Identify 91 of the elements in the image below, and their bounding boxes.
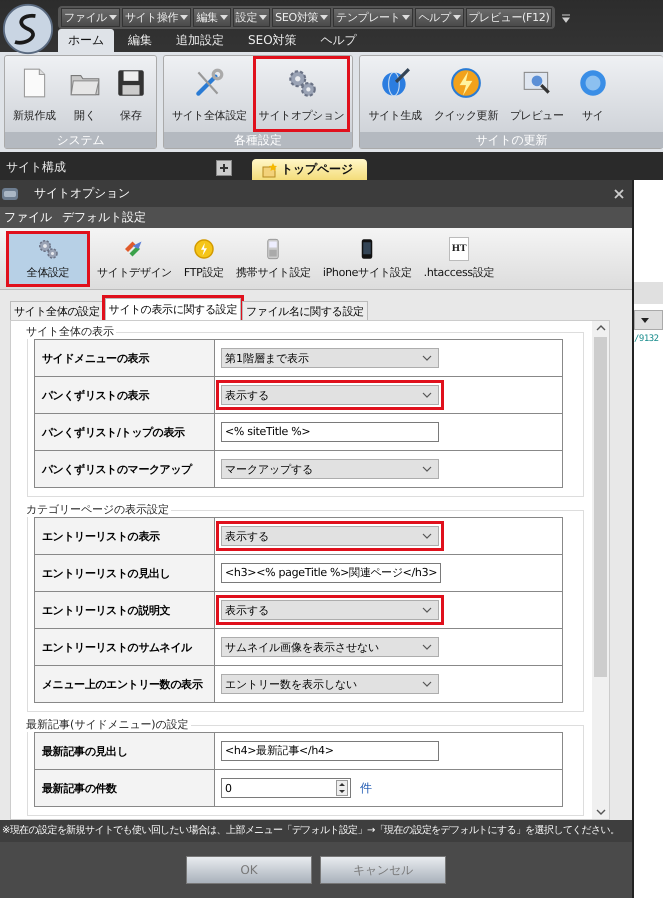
ribbon-button[interactable]: サイトオプション xyxy=(252,56,350,132)
menu-item[interactable]: ヘルプ xyxy=(415,8,464,26)
chevron-icon xyxy=(422,681,432,687)
menu-item[interactable]: ファイル xyxy=(0,209,56,226)
caret-icon xyxy=(452,14,461,20)
dropdown[interactable]: 表示する xyxy=(216,521,444,551)
close-icon[interactable] xyxy=(614,188,624,198)
field-label: エントリーリストのサムネイル xyxy=(35,629,215,665)
toolbar-button[interactable]: FTP設定 xyxy=(178,230,229,286)
field-label: パンくずリストのマークアップ xyxy=(35,451,215,487)
tab[interactable]: サイト全体の設定 xyxy=(10,301,104,320)
caret-icon xyxy=(641,318,649,322)
toolbar-button[interactable]: iPhoneサイト設定 xyxy=(318,230,417,286)
toolbar-background xyxy=(634,282,663,304)
ribbon-button[interactable]: クイック更新 xyxy=(428,56,504,132)
ribbon-tab[interactable]: 編集 xyxy=(118,29,162,52)
field-label: エントリーリストの見出し xyxy=(35,555,215,591)
overflow-icon[interactable] xyxy=(561,13,572,23)
field-label: サイドメニューの表示 xyxy=(35,340,215,376)
ribbon-tab[interactable]: SEO対策 xyxy=(238,29,307,52)
scroll-thumb[interactable] xyxy=(594,337,607,677)
section-title: カテゴリーページの表示設定 xyxy=(25,503,170,517)
dropdown[interactable] xyxy=(634,310,663,330)
ribbon-tab[interactable]: ホーム xyxy=(58,29,114,52)
menu-item[interactable]: プレビュー(F12) xyxy=(466,8,552,26)
caret-icon xyxy=(180,14,188,20)
field-label: エントリーリストの説明文 xyxy=(35,592,215,628)
ribbon-button[interactable]: サイト生成 xyxy=(362,56,428,132)
ribbon-tab[interactable]: ヘルプ xyxy=(310,29,367,52)
ribbon-button[interactable]: プレビュー xyxy=(504,56,570,132)
field-label: メニュー上のエントリー数の表示 xyxy=(35,666,215,702)
field-label: エントリーリストの表示 xyxy=(35,518,215,554)
logo-icon[interactable] xyxy=(2,3,54,55)
chevron-icon xyxy=(422,607,432,613)
chevron-icon xyxy=(422,355,432,361)
dropdown[interactable]: 表示する xyxy=(216,595,444,625)
group-title: システム xyxy=(5,132,156,148)
menu-item[interactable]: SEO対策 xyxy=(272,8,332,26)
app-icon xyxy=(2,186,18,202)
ribbon-button[interactable]: サイ xyxy=(570,56,616,132)
caret-icon xyxy=(320,14,328,20)
page-star-icon xyxy=(262,162,278,178)
pin-icon[interactable] xyxy=(216,160,232,176)
chevron-icon xyxy=(422,644,432,650)
field-label: パンくずリスト/トップの表示 xyxy=(35,414,215,450)
ribbon-button[interactable]: 保存 xyxy=(108,56,154,132)
menu-item[interactable]: 編集 xyxy=(193,8,231,26)
tab[interactable]: サイトの表示に関する設定 xyxy=(104,298,242,320)
unit-label: 件 xyxy=(360,780,372,796)
scroll-down-icon[interactable] xyxy=(596,809,606,815)
ribbon-button[interactable]: 開く xyxy=(62,56,108,132)
dialog-title: サイトオプション xyxy=(34,185,131,202)
note-text: ※現在の設定を新規サイトでも使い回したい場合は、上部メニュー「デフォルト設定」→「現在の設定をデフォルトにする」を選択してください。 xyxy=(0,820,632,842)
caret-icon xyxy=(220,14,228,20)
dropdown[interactable]: 表示する xyxy=(216,380,444,410)
menu-item[interactable]: サイト操作 xyxy=(122,8,192,26)
scrollbar[interactable] xyxy=(592,321,609,819)
panel-title: サイト構成 xyxy=(6,159,66,176)
toolbar-button[interactable]: HT .htaccess設定 xyxy=(418,230,500,286)
tab[interactable]: ファイル名に関する設定 xyxy=(242,301,368,320)
section-title: 最新記事(サイドメニュー)の設定 xyxy=(25,718,190,732)
document-tab[interactable]: トップページ xyxy=(252,159,367,180)
lightning-icon xyxy=(192,237,216,261)
caret-icon xyxy=(402,14,410,20)
toolbar-button[interactable]: 携帯サイト設定 xyxy=(230,230,316,286)
section-title: サイト全体の表示 xyxy=(25,325,115,339)
caret-icon xyxy=(259,14,268,20)
scroll-up-icon[interactable] xyxy=(596,325,606,331)
menu-item[interactable]: ファイル xyxy=(61,8,120,26)
caret-icon xyxy=(108,14,117,20)
lightning-icon xyxy=(448,66,483,100)
file-icon: HT xyxy=(448,237,469,261)
field-label: パンくずリストの表示 xyxy=(35,377,215,413)
field-label: 最新記事の件数 xyxy=(35,770,215,806)
ribbon-button[interactable]: サイト全体設定 xyxy=(166,56,253,132)
gears-icon xyxy=(36,237,60,261)
menu-item[interactable]: テンプレート xyxy=(333,8,414,26)
field-label: 最新記事の見出し xyxy=(35,733,215,769)
group-title: 各種設定 xyxy=(164,132,352,148)
chevron-icon xyxy=(422,466,432,472)
spinner-icon[interactable] xyxy=(336,780,348,796)
toolbar-button[interactable]: 全体設定 xyxy=(6,230,90,286)
chevron-icon xyxy=(422,392,432,398)
ribbon-button[interactable]: 新規作成 xyxy=(7,56,62,132)
menu-item[interactable]: デフォルト設定 xyxy=(58,209,150,226)
menu-item[interactable]: 設定 xyxy=(232,8,270,26)
group-title: サイトの更新 xyxy=(360,132,663,148)
chevron-icon xyxy=(422,533,432,539)
code-text: /9132 xyxy=(634,334,660,344)
toolbar-button[interactable]: サイトデザイン xyxy=(92,230,177,286)
ribbon-tab[interactable]: 追加設定 xyxy=(166,29,234,52)
